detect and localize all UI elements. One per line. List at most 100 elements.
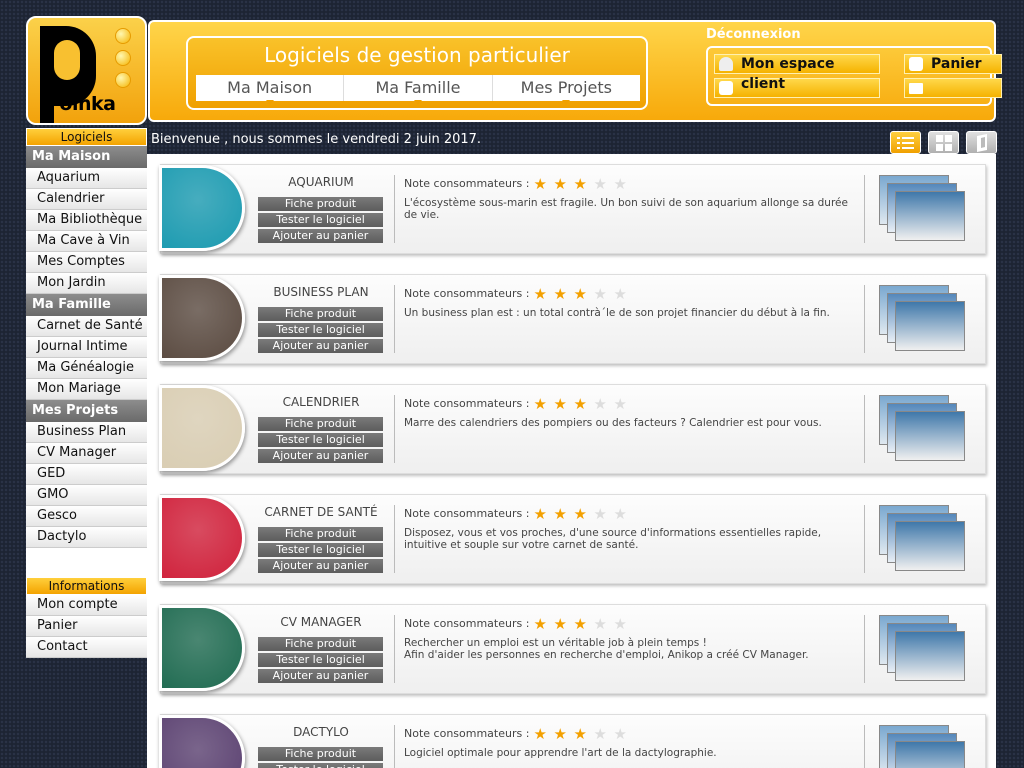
product-description: Marre des calendriers des pompiers ou de… bbox=[404, 417, 822, 429]
screenshot-card bbox=[895, 191, 965, 241]
test-software-button[interactable]: Tester le logiciel bbox=[258, 543, 383, 557]
divider bbox=[394, 615, 395, 683]
sidebar-logiciels-header: Logiciels bbox=[26, 128, 147, 146]
sidebar-item-ged[interactable]: GED bbox=[26, 464, 147, 485]
sidebar-item-mes-comptes[interactable]: Mes Comptes bbox=[26, 252, 147, 273]
product-description: Un business plan est : un total contrà´l… bbox=[404, 307, 830, 319]
nav-ma-maison[interactable]: Ma Maison bbox=[196, 75, 345, 105]
sidebar-item-mon-compte[interactable]: Mon compte bbox=[26, 595, 147, 616]
sidebar-item-contact[interactable]: Contact bbox=[26, 637, 147, 658]
screenshot-card bbox=[895, 521, 965, 571]
keyboard-key-icon[interactable] bbox=[159, 715, 245, 768]
list-view-button[interactable] bbox=[890, 131, 921, 154]
product-name[interactable]: BUSINESS PLAN bbox=[258, 285, 384, 299]
add-to-cart-button[interactable]: Ajouter au panier bbox=[258, 339, 383, 353]
product-name[interactable]: CV MANAGER bbox=[258, 615, 384, 629]
product-rating: Note consommateurs : ★ ★ ★ ★ ★ bbox=[404, 505, 633, 523]
star-icon: ★ bbox=[533, 395, 547, 413]
product-screenshot[interactable] bbox=[879, 505, 967, 575]
sidebar-item-mon-mariage[interactable]: Mon Mariage bbox=[26, 379, 147, 400]
sidebar-item-cv-manager[interactable]: CV Manager bbox=[26, 443, 147, 464]
divider bbox=[864, 175, 865, 243]
grid-view-button[interactable] bbox=[928, 131, 959, 154]
cart-button[interactable]: Panier bbox=[904, 54, 1002, 74]
star-icon: ★ bbox=[593, 175, 607, 193]
account-box: Mon espace client Panier bbox=[706, 46, 1002, 106]
sidebar-item-gesco[interactable]: Gesco bbox=[26, 506, 147, 527]
box-view-button[interactable] bbox=[966, 131, 997, 154]
sidebar-section-mes-projets[interactable]: Mes Projets bbox=[26, 400, 147, 422]
sidebar-item-carnet-de-sante[interactable]: Carnet de Santé bbox=[26, 316, 147, 337]
sidebar: Logiciels Ma Maison Aquarium Calendrier … bbox=[26, 128, 147, 658]
product-sheet-button[interactable]: Fiche produit bbox=[258, 417, 383, 431]
sidebar-item-journal-intime[interactable]: Journal Intime bbox=[26, 337, 147, 358]
product-card: CALENDRIER Fiche produit Tester le logicie… bbox=[159, 384, 986, 474]
star-icon: ★ bbox=[553, 615, 567, 633]
test-software-button[interactable]: Tester le logiciel bbox=[258, 763, 383, 768]
stethoscope-icon[interactable] bbox=[159, 495, 245, 581]
sidebar-item-mon-jardin[interactable]: Mon Jardin bbox=[26, 273, 147, 294]
header: Logiciels de gestion particulier Ma Mais… bbox=[148, 20, 1002, 122]
product-screenshot[interactable] bbox=[879, 725, 967, 768]
product-card: AQUARIUM Fiche produit Tester le logiciel A… bbox=[159, 164, 986, 254]
product-sheet-button[interactable]: Fiche produit bbox=[258, 197, 383, 211]
my-account-client-button[interactable]: client bbox=[714, 77, 880, 98]
product-name[interactable]: CALENDRIER bbox=[258, 395, 384, 409]
product-description: Logiciel optimale pour apprendre l'art d… bbox=[404, 747, 717, 759]
sidebar-item-calendrier[interactable]: Calendrier bbox=[26, 189, 147, 210]
sidebar-item-ma-cave-a-vin[interactable]: Ma Cave à Vin bbox=[26, 231, 147, 252]
add-to-cart-button[interactable]: Ajouter au panier bbox=[258, 229, 383, 243]
logout-link[interactable]: Déconnexion bbox=[706, 27, 801, 42]
add-to-cart-button[interactable]: Ajouter au panier bbox=[258, 669, 383, 683]
sidebar-item-panier[interactable]: Panier bbox=[26, 616, 147, 637]
divider bbox=[394, 725, 395, 768]
fish-icon[interactable] bbox=[159, 165, 245, 251]
sidebar-item-ma-bibliotheque[interactable]: Ma Bibliothèque bbox=[26, 210, 147, 231]
welcome-message: Bienvenue , nous sommes le vendredi 2 ju… bbox=[151, 132, 482, 147]
product-description: L'écosystème sous-marin est fragile. Un … bbox=[404, 197, 848, 221]
product-sheet-button[interactable]: Fiche produit bbox=[258, 307, 383, 321]
add-to-cart-button[interactable]: Ajouter au panier bbox=[258, 449, 383, 463]
sidebar-item-business-plan[interactable]: Business Plan bbox=[26, 422, 147, 443]
logo-p-hole bbox=[54, 40, 80, 80]
sidebar-section-ma-famille[interactable]: Ma Famille bbox=[26, 294, 147, 316]
test-software-button[interactable]: Tester le logiciel bbox=[258, 323, 383, 337]
contact-mail-button[interactable] bbox=[904, 78, 1002, 98]
nav-mes-projets[interactable]: Mes Projets bbox=[493, 75, 640, 105]
site-logo[interactable]: Poinka bbox=[26, 16, 147, 125]
product-sheet-button[interactable]: Fiche produit bbox=[258, 527, 383, 541]
product-name[interactable]: AQUARIUM bbox=[258, 175, 384, 189]
product-screenshot[interactable] bbox=[879, 395, 967, 465]
sidebar-item-gmo[interactable]: GMO bbox=[26, 485, 147, 506]
product-name[interactable]: CARNET DE SANTÉ bbox=[258, 505, 384, 519]
test-software-button[interactable]: Tester le logiciel bbox=[258, 433, 383, 447]
star-icon: ★ bbox=[573, 725, 587, 743]
title-box: Logiciels de gestion particulier Ma Mais… bbox=[186, 36, 648, 110]
sidebar-item-dactylo[interactable]: Dactylo bbox=[26, 527, 147, 548]
add-to-cart-button[interactable]: Ajouter au panier bbox=[258, 559, 383, 573]
star-icon: ★ bbox=[573, 395, 587, 413]
my-account-button[interactable]: Mon espace bbox=[714, 54, 880, 74]
product-screenshot[interactable] bbox=[879, 285, 967, 355]
product-screenshot[interactable] bbox=[879, 175, 967, 245]
star-icon: ★ bbox=[613, 725, 627, 743]
product-sheet-button[interactable]: Fiche produit bbox=[258, 637, 383, 651]
euro-icon[interactable] bbox=[159, 275, 245, 361]
caret-icon bbox=[265, 100, 274, 105]
product-name[interactable]: DACTYLO bbox=[258, 725, 384, 739]
test-software-button[interactable]: Tester le logiciel bbox=[258, 653, 383, 667]
cv-document-icon[interactable] bbox=[159, 605, 245, 691]
sidebar-item-aquarium[interactable]: Aquarium bbox=[26, 168, 147, 189]
product-screenshot[interactable] bbox=[879, 615, 967, 685]
sidebar-section-ma-maison[interactable]: Ma Maison bbox=[26, 146, 147, 168]
test-software-button[interactable]: Tester le logiciel bbox=[258, 213, 383, 227]
nav-ma-famille[interactable]: Ma Famille bbox=[344, 75, 493, 105]
calendar-icon[interactable] bbox=[159, 385, 245, 471]
product-sheet-button[interactable]: Fiche produit bbox=[258, 747, 383, 761]
cart-icon bbox=[909, 57, 923, 71]
coin-icon bbox=[115, 50, 131, 66]
product-rating: Note consommateurs : ★ ★ ★ ★ ★ bbox=[404, 725, 633, 743]
site-title: Logiciels de gestion particulier bbox=[264, 43, 570, 67]
sidebar-item-ma-genealogie[interactable]: Ma Généalogie bbox=[26, 358, 147, 379]
star-icon: ★ bbox=[573, 285, 587, 303]
